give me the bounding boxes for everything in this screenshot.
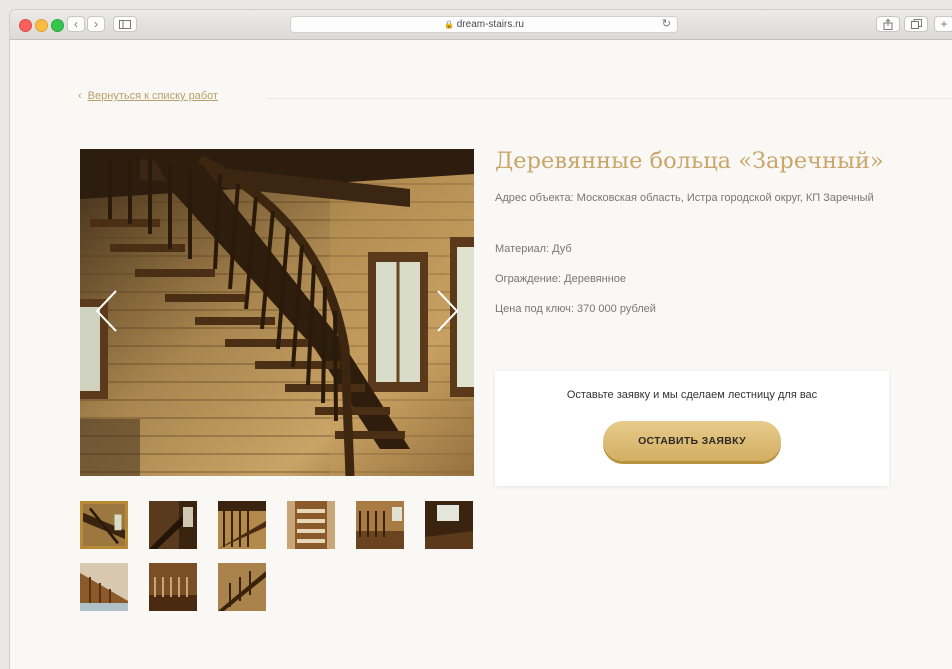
page-title: Деревянные больца «Заречный» [495, 148, 884, 174]
thumbnail-photo [80, 563, 128, 611]
new-tab-button[interactable]: + [934, 16, 952, 32]
thumbnail-photo [287, 501, 335, 549]
gallery-main-image[interactable] [80, 149, 474, 476]
url-text: dream-stairs.ru [456, 19, 524, 30]
leave-request-button[interactable]: ОСТАВИТЬ ЗАЯВКУ [603, 421, 781, 461]
share-button[interactable] [876, 16, 900, 32]
tabs-overview-button[interactable] [904, 16, 928, 32]
gallery-thumbnail[interactable] [149, 501, 197, 549]
request-card: Оставьте заявку и мы сделаем лестницу дл… [495, 371, 889, 486]
gallery-thumbnail[interactable] [425, 501, 473, 549]
request-prompt-text: Оставьте заявку и мы сделаем лестницу дл… [566, 389, 818, 401]
page-content: ‹ Вернуться к списку работ Деревянные бо… [10, 40, 952, 669]
back-link-label: Вернуться к списку работ [87, 90, 219, 102]
tabs-icon [910, 19, 922, 29]
sidebar-toggle-button[interactable] [113, 16, 137, 32]
gallery-thumbnail[interactable] [149, 563, 197, 611]
close-window-button[interactable] [19, 19, 32, 32]
staircase-photo [80, 149, 474, 476]
gallery-thumbnail[interactable] [356, 501, 404, 549]
minimize-window-button[interactable] [35, 19, 48, 32]
back-nav-button[interactable]: ‹ [67, 16, 85, 32]
thumbnail-photo [83, 504, 125, 546]
gallery-thumbnail[interactable] [80, 501, 128, 549]
thumbnail-photo [149, 563, 197, 611]
back-to-list-link[interactable]: ‹ Вернуться к списку работ [78, 90, 218, 102]
gallery-thumbnail[interactable] [218, 563, 266, 611]
object-address: Адрес объекта: Московская область, Истра… [495, 192, 874, 204]
share-icon [883, 18, 893, 30]
chevron-left-icon: ‹ [78, 90, 82, 102]
railing-info: Ограждение: Деревянное [495, 273, 627, 285]
thumbnail-photo [218, 501, 266, 549]
browser-window: ‹ › 🔒 dream-stairs.ru ↻ + ‹ Вернуться к с… [10, 10, 952, 669]
thumbnail-photo [149, 501, 197, 549]
lock-icon: 🔒 [444, 20, 454, 29]
forward-nav-button[interactable]: › [87, 16, 105, 32]
browser-toolbar: ‹ › 🔒 dream-stairs.ru ↻ + [10, 10, 952, 40]
sidebar-icon [119, 20, 131, 29]
gallery-thumbnail[interactable] [218, 501, 266, 549]
gallery-thumbnail[interactable] [287, 501, 335, 549]
zoom-window-button[interactable] [51, 19, 64, 32]
gallery-thumbnail[interactable] [80, 563, 128, 611]
divider [266, 98, 952, 99]
material-info: Материал: Дуб [495, 243, 572, 255]
price-info: Цена под ключ: 370 000 рублей [495, 303, 656, 315]
thumbnail-photo [356, 501, 404, 549]
thumbnail-photo [425, 501, 473, 549]
gallery-prev-arrow[interactable] [94, 289, 118, 333]
address-bar[interactable]: 🔒 dream-stairs.ru ↻ [290, 16, 678, 33]
reload-button[interactable]: ↻ [662, 17, 671, 32]
gallery-next-arrow[interactable] [436, 289, 460, 333]
thumbnail-photo [218, 563, 266, 611]
